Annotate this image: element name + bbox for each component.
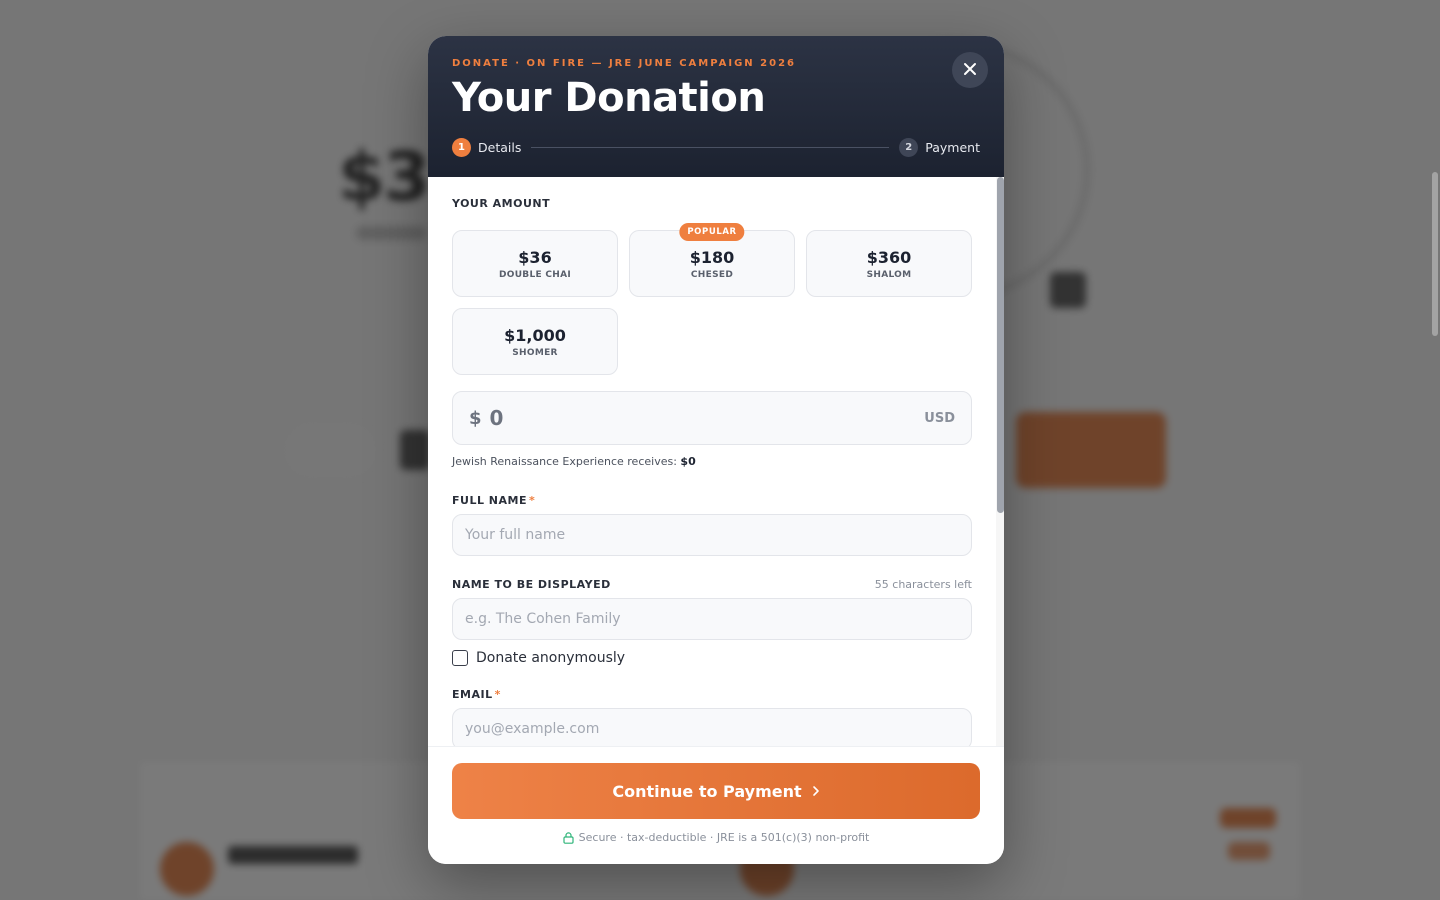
amount-section-label: YOUR AMOUNT: [452, 197, 551, 210]
amount-name: SHALOM: [866, 269, 912, 280]
currency-symbol: $: [469, 407, 482, 429]
step-payment: 2 Payment: [899, 137, 980, 157]
custom-amount-input[interactable]: [489, 406, 925, 430]
email-label: EMAIL *: [452, 688, 501, 701]
amount-value: $180: [689, 247, 735, 267]
modal-footer: Continue to Payment Secure · tax-deducti…: [428, 746, 1004, 864]
receives-amount: $0: [680, 455, 696, 468]
display-name-label: NAME TO BE DISPLAYED: [452, 578, 611, 591]
display-name-input[interactable]: [452, 598, 972, 640]
step-label: Details: [478, 139, 522, 155]
required-mark: *: [528, 494, 536, 507]
amount-name: CHESED: [690, 269, 734, 280]
full-name-input[interactable]: [452, 514, 972, 556]
campaign-eyebrow: DONATE · ON FIRE — JRE JUNE CAMPAIGN 202…: [452, 58, 796, 69]
modal-scrollbar-thumb[interactable]: [997, 177, 1004, 513]
lock-icon: [563, 831, 574, 844]
currency-code: USD: [924, 410, 955, 426]
page-scrollbar[interactable]: [1432, 172, 1438, 336]
close-button[interactable]: [952, 52, 988, 88]
continue-to-payment-button[interactable]: Continue to Payment: [452, 763, 980, 819]
amount-options: $36 DOUBLE CHAI POPULAR $180 CHESED $360…: [452, 223, 972, 375]
amount-option-1000[interactable]: $1,000 SHOMER: [452, 308, 618, 375]
full-name-block: FULL NAME *: [452, 494, 972, 556]
step-number: 1: [452, 137, 471, 157]
amount-option-36[interactable]: $36 DOUBLE CHAI: [452, 230, 618, 297]
chars-left-counter: 55 characters left: [874, 578, 972, 591]
display-name-block: NAME TO BE DISPLAYED 55 characters left: [452, 578, 972, 640]
step-details: 1 Details: [452, 137, 522, 157]
amount-name: DOUBLE CHAI: [498, 269, 572, 280]
continue-label: Continue to Payment: [612, 781, 802, 801]
modal-title: Your Donation: [452, 75, 766, 121]
anonymous-row[interactable]: Donate anonymously: [452, 650, 972, 666]
step-number: 2: [899, 137, 919, 157]
secure-note-text: Secure · tax-deductible · JRE is a 501(c…: [578, 831, 870, 844]
full-name-label: FULL NAME *: [452, 494, 536, 507]
close-icon: [963, 61, 977, 80]
secure-note: Secure · tax-deductible · JRE is a 501(c…: [452, 831, 980, 844]
step-label: Payment: [925, 139, 980, 155]
anonymous-label[interactable]: Donate anonymously: [476, 650, 625, 666]
receives-prefix: Jewish Renaissance Experience receives:: [452, 455, 677, 468]
amount-name: SHOMER: [512, 347, 558, 358]
amount-value: $36: [518, 247, 552, 267]
modal-scrollbar-track[interactable]: [996, 177, 1004, 746]
receives-note: Jewish Renaissance Experience receives: …: [452, 455, 972, 468]
email-input[interactable]: [452, 708, 972, 746]
donation-modal: DONATE · ON FIRE — JRE JUNE CAMPAIGN 202…: [428, 36, 1004, 864]
amount-option-360[interactable]: $360 SHALOM: [806, 230, 972, 297]
popular-badge: POPULAR: [679, 223, 745, 241]
amount-value: $360: [866, 247, 912, 267]
email-block: EMAIL *: [452, 688, 972, 746]
stepper: 1 Details 2 Payment: [452, 137, 980, 157]
anonymous-checkbox[interactable]: [452, 650, 468, 666]
modal-body: YOUR AMOUNT $36 DOUBLE CHAI POPULAR $180…: [428, 177, 1004, 746]
chevron-right-icon: [812, 785, 820, 797]
amount-value: $1,000: [504, 325, 566, 345]
amount-option-180[interactable]: POPULAR $180 CHESED: [629, 223, 795, 297]
required-mark: *: [494, 688, 501, 701]
modal-header: DONATE · ON FIRE — JRE JUNE CAMPAIGN 202…: [428, 36, 1004, 177]
custom-amount-field: $ USD: [452, 391, 972, 445]
step-connector: [531, 146, 890, 148]
